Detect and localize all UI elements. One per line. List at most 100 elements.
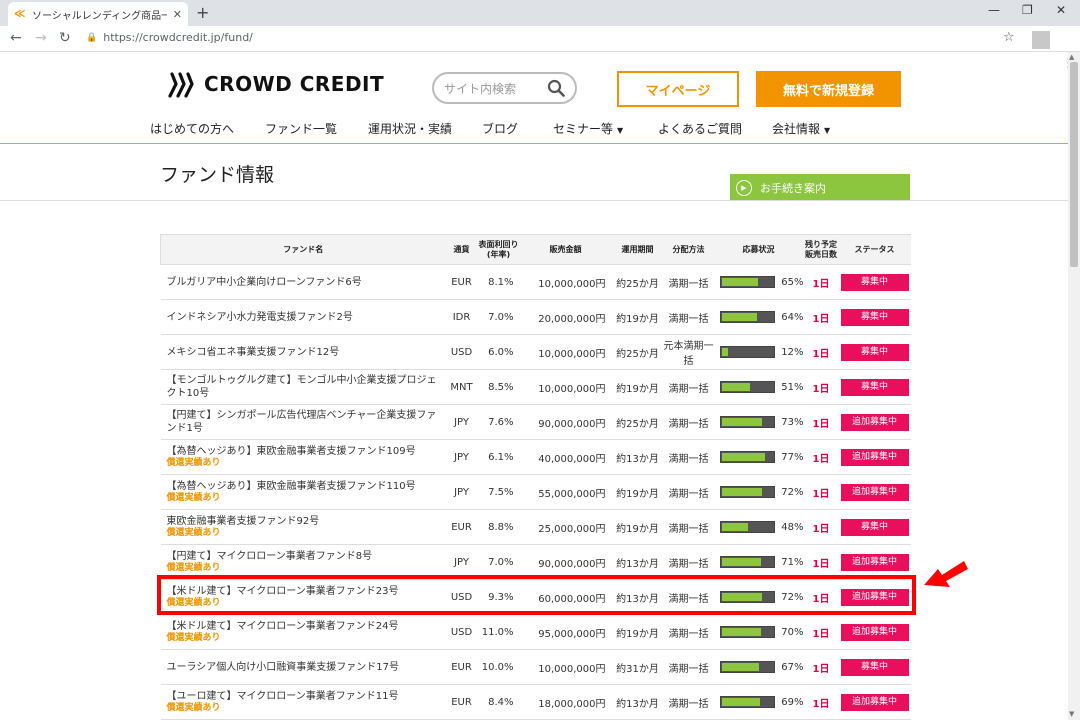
fund-name[interactable]: 【円建て】シンガポール広告代理店ベンチャー企業支援ファンド1号 xyxy=(167,410,437,434)
status-badge[interactable]: 追加募集中 xyxy=(840,448,909,466)
fund-row[interactable]: ユーラシア個人向け小口融資事業支援ファンド17号 EUR 10.0% 10,000,0… xyxy=(160,649,911,685)
yield-cell: 7.6% xyxy=(477,404,520,440)
method-cell: 満期一括 xyxy=(663,369,714,405)
progress-percent: 72% xyxy=(781,591,804,603)
fund-name-cell[interactable]: 【米ドル建て】マイクロローン事業者ファンド23号 償還実績あり xyxy=(160,579,446,615)
fund-row[interactable]: ブルガリア中小企業向けローンファンド6号 EUR 8.1% 10,000,000円 約2… xyxy=(160,264,911,300)
tab-close-icon[interactable]: ✕ xyxy=(173,8,182,21)
status-badge[interactable]: 募集中 xyxy=(840,308,909,326)
fund-row[interactable]: 【為替ヘッジあり】東欧金融事業者支援ファンド109号 償還実績あり JPY 6.1% 4… xyxy=(160,439,911,475)
status-badge[interactable]: 募集中 xyxy=(840,378,909,396)
column-header: ファンド名 xyxy=(160,234,446,265)
status-badge[interactable]: 追加募集中 xyxy=(840,553,909,571)
scroll-down-icon[interactable]: ▼ xyxy=(1069,710,1074,718)
nav-item-seminar[interactable]: セミナー等 ▼ xyxy=(553,120,623,137)
fund-row[interactable]: 【円建て】シンガポール広告代理店ベンチャー企業支援ファンド1号 JPY 7.6% 90… xyxy=(160,404,911,440)
fund-name-cell[interactable]: メキシコ省エネ事業支援ファンド12号 xyxy=(160,334,446,370)
fund-name[interactable]: インドネシア小水力発電支援ファンド2号 xyxy=(167,312,353,323)
browser-tab-strip: ≪ ソーシャルレンディング商品一覧：商 ✕ + — ❐ ✕ xyxy=(0,0,1080,26)
extension-icon[interactable] xyxy=(1032,31,1050,49)
reload-icon[interactable]: ↻ xyxy=(59,30,71,46)
fund-row[interactable]: 東欧金融事業者支援ファンド92号 償還実績あり EUR 8.8% 25,000,000円… xyxy=(160,509,911,545)
nav-item-fund-list[interactable]: ファンド一覧 xyxy=(265,120,337,137)
fund-row[interactable]: 【ユーロ建て】マイクロローン事業者ファンド11号 償還実績あり EUR 8.4% 18,… xyxy=(160,684,911,720)
forward-icon[interactable]: → xyxy=(35,30,47,46)
register-button[interactable]: 無料で新規登録 xyxy=(756,71,901,107)
fund-name[interactable]: ブルガリア中小企業向けローンファンド6号 xyxy=(167,277,362,288)
progress-bar-fill xyxy=(721,278,758,286)
fund-name-cell[interactable]: インドネシア小水力発電支援ファンド2号 xyxy=(160,299,446,335)
url-field[interactable]: 🔒 https://crowdcredit.jp/fund/ xyxy=(86,31,253,44)
status-badge[interactable]: 募集中 xyxy=(840,658,909,676)
status-badge[interactable]: 募集中 xyxy=(840,518,909,536)
fund-name-cell[interactable]: ブルガリア中小企業向けローンファンド6号 xyxy=(160,264,446,300)
status-badge[interactable]: 追加募集中 xyxy=(840,693,909,711)
bookmark-star-icon[interactable]: ☆ xyxy=(1003,30,1015,45)
status-cell: 募集中 xyxy=(838,264,911,300)
fund-name[interactable]: 【為替ヘッジあり】東欧金融事業者支援ファンド110号 xyxy=(167,481,416,492)
fund-name[interactable]: 【円建て】マイクロローン事業者ファンド8号 xyxy=(167,551,373,562)
browser-tab[interactable]: ≪ ソーシャルレンディング商品一覧：商 ✕ xyxy=(8,2,188,26)
site-search-input[interactable]: サイト内検索 xyxy=(432,72,577,104)
nav-item-performance[interactable]: 運用状況・実績 xyxy=(368,120,452,137)
close-window-icon[interactable]: ✕ xyxy=(1056,3,1066,17)
fund-name-cell[interactable]: 東欧金融事業者支援ファンド92号 償還実績あり xyxy=(160,509,446,545)
mypage-button[interactable]: マイページ xyxy=(617,71,739,107)
status-badge[interactable]: 募集中 xyxy=(840,343,909,361)
procedure-guide-label: お手続き案内 xyxy=(760,181,826,195)
nav-item-company[interactable]: 会社情報 ▼ xyxy=(772,120,830,137)
fund-name-cell[interactable]: 【円建て】シンガポール広告代理店ベンチャー企業支援ファンド1号 xyxy=(160,404,446,440)
minimize-icon[interactable]: — xyxy=(988,3,1000,17)
fund-name[interactable]: 【米ドル建て】マイクロローン事業者ファンド24号 xyxy=(167,621,399,632)
amount-cell: 90,000,000円 xyxy=(519,404,612,440)
fund-row[interactable]: 【為替ヘッジあり】東欧金融事業者支援ファンド110号 償還実績あり JPY 7.5% 5… xyxy=(160,474,911,510)
fund-name-cell[interactable]: 【円建て】マイクロローン事業者ファンド8号 償還実績あり xyxy=(160,544,446,580)
status-badge[interactable]: 追加募集中 xyxy=(840,588,909,606)
status-badge[interactable]: 追加募集中 xyxy=(840,413,909,431)
restore-icon[interactable]: ❐ xyxy=(1022,3,1033,17)
yield-cell: 8.8% xyxy=(477,509,520,545)
column-header: ステータス xyxy=(838,234,911,265)
redemption-note: 償還実績あり xyxy=(166,493,221,503)
progress-percent: 67% xyxy=(781,661,804,673)
status-cell: 追加募集中 xyxy=(838,684,911,720)
fund-name-cell[interactable]: ユーラシア個人向け小口融資事業支援ファンド17号 xyxy=(160,649,446,685)
method-cell: 満期一括 xyxy=(663,684,714,720)
fund-name[interactable]: 【為替ヘッジあり】東欧金融事業者支援ファンド109号 xyxy=(167,446,416,457)
fund-row[interactable]: メキシコ省エネ事業支援ファンド12号 USD 6.0% 10,000,000円 約25か… xyxy=(160,334,911,370)
progress-bar-fill xyxy=(721,453,765,461)
progress-percent: 72% xyxy=(781,486,804,498)
fund-name[interactable]: ユーラシア個人向け小口融資事業支援ファンド17号 xyxy=(167,662,400,673)
nav-item-faq[interactable]: よくあるご質問 xyxy=(658,120,742,137)
status-badge[interactable]: 追加募集中 xyxy=(840,623,909,641)
nav-item-blog[interactable]: ブログ xyxy=(482,120,518,137)
search-icon[interactable] xyxy=(547,79,565,97)
status-badge[interactable]: 追加募集中 xyxy=(840,483,909,501)
fund-name-cell[interactable]: 【ユーロ建て】マイクロローン事業者ファンド11号 償還実績あり xyxy=(160,684,446,720)
new-tab-icon[interactable]: + xyxy=(196,3,209,22)
fund-row[interactable]: 【米ドル建て】マイクロローン事業者ファンド24号 償還実績あり USD 11.0% 95… xyxy=(160,614,911,650)
fund-row[interactable]: 【米ドル建て】マイクロローン事業者ファンド23号 償還実績あり USD 9.3% 60,… xyxy=(160,579,911,615)
nav-item-beginners[interactable]: はじめての方へ xyxy=(150,120,234,137)
fund-name[interactable]: 東欧金融事業者支援ファンド92号 xyxy=(167,516,320,527)
fund-row[interactable]: インドネシア小水力発電支援ファンド2号 IDR 7.0% 20,000,000円 約19… xyxy=(160,299,911,335)
days-remaining-cell: 1日 xyxy=(803,544,839,580)
scroll-up-icon[interactable]: ▲ xyxy=(1069,53,1074,61)
fund-name-cell[interactable]: 【為替ヘッジあり】東欧金融事業者支援ファンド110号 償還実績あり xyxy=(160,474,446,510)
scrollbar-thumb[interactable] xyxy=(1070,62,1078,267)
site-logo[interactable]: CROWD CREDIT xyxy=(168,70,384,98)
fund-name[interactable]: 【米ドル建て】マイクロローン事業者ファンド23号 xyxy=(167,586,399,597)
fund-row[interactable]: 【円建て】マイクロローン事業者ファンド8号 償還実績あり JPY 7.0% 90,000… xyxy=(160,544,911,580)
term-cell: 約19か月 xyxy=(611,509,664,545)
procedure-guide-button[interactable]: ▶ お手続き案内 xyxy=(730,174,910,201)
fund-name[interactable]: メキシコ省エネ事業支援ファンド12号 xyxy=(167,347,340,358)
fund-name-cell[interactable]: 【為替ヘッジあり】東欧金融事業者支援ファンド109号 償還実績あり xyxy=(160,439,446,475)
fund-name-cell[interactable]: 【モンゴルトゥグルグ建て】モンゴル中小企業支援プロジェクト10号 xyxy=(160,369,446,405)
fund-row[interactable]: 【モンゴルトゥグルグ建て】モンゴル中小企業支援プロジェクト10号 MNT 8.5% 1… xyxy=(160,369,911,405)
fund-name-cell[interactable]: 【米ドル建て】マイクロローン事業者ファンド24号 償還実績あり xyxy=(160,614,446,650)
fund-name[interactable]: 【モンゴルトゥグルグ建て】モンゴル中小企業支援プロジェクト10号 xyxy=(167,375,437,399)
back-icon[interactable]: ← xyxy=(10,30,22,46)
status-cell: 追加募集中 xyxy=(838,474,911,510)
fund-name[interactable]: 【ユーロ建て】マイクロローン事業者ファンド11号 xyxy=(167,691,399,702)
status-badge[interactable]: 募集中 xyxy=(840,273,909,291)
